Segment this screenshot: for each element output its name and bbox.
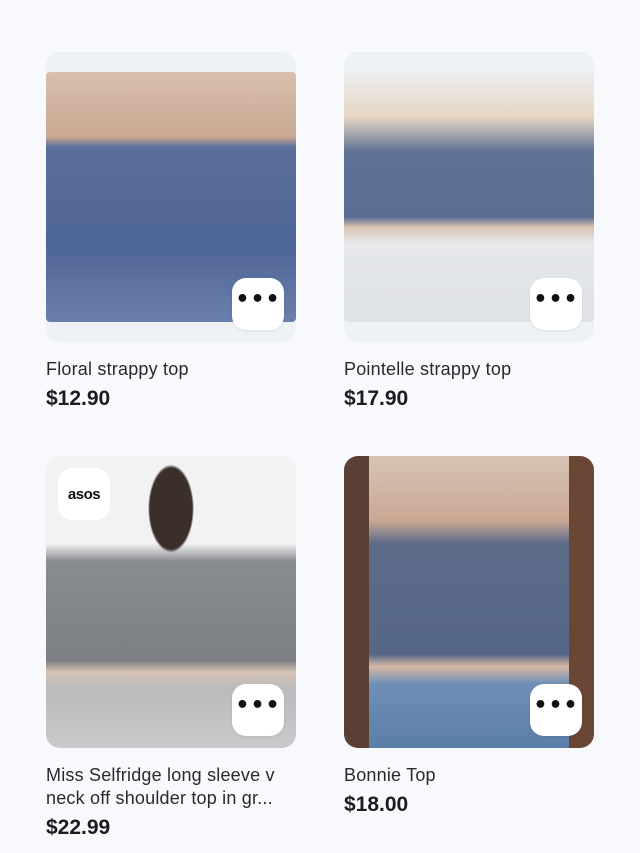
product-title[interactable]: Floral strappy top [46,358,296,381]
store-logo-badge: asos [58,468,110,520]
product-price: $18.00 [344,793,409,816]
product-card[interactable]: ••• Bonnie Top $18.00 [344,456,594,817]
ellipsis-icon: ••• [235,693,281,718]
product-grid: ••• Floral strappy top $12.90 ••• Pointe… [0,0,640,853]
product-price: $22.99 [46,816,111,839]
store-logo: asos [67,485,101,503]
product-card[interactable]: ••• Floral strappy top $12.90 [46,52,296,411]
more-options-button[interactable]: ••• [530,684,582,736]
product-title[interactable]: Miss Selfridge long sleeve v neck off sh… [46,764,296,810]
ellipsis-icon: ••• [533,287,579,312]
product-title[interactable]: Bonnie Top [344,764,594,787]
product-image-container[interactable]: ••• [46,52,296,342]
more-options-button[interactable]: ••• [530,278,582,330]
ellipsis-icon: ••• [235,287,281,312]
product-image-container[interactable]: ••• [344,52,594,342]
product-price: $17.90 [344,387,409,410]
product-card[interactable]: ••• Pointelle strappy top $17.90 [344,52,594,411]
more-options-button[interactable]: ••• [232,278,284,330]
product-card[interactable]: asos ••• Miss Selfridge long sleeve v ne… [46,456,296,840]
more-options-button[interactable]: ••• [232,684,284,736]
ellipsis-icon: ••• [533,693,579,718]
product-price: $12.90 [46,387,111,410]
product-image-container[interactable]: asos ••• [46,456,296,748]
product-image-container[interactable]: ••• [344,456,594,748]
product-title[interactable]: Pointelle strappy top [344,358,594,381]
